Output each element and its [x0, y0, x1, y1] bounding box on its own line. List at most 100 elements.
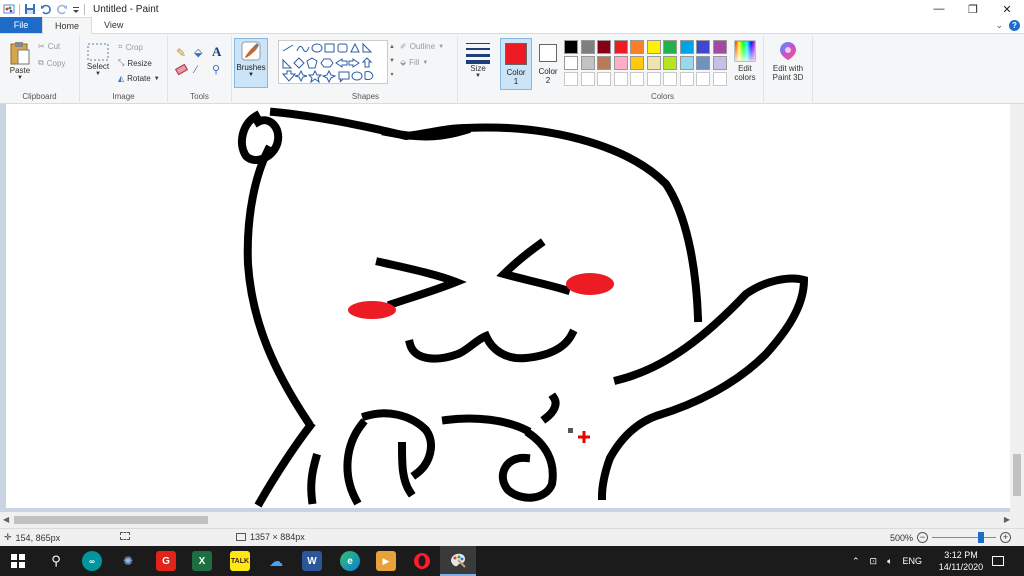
magnifier-icon[interactable]: ⚲ [212, 63, 220, 76]
custom-color-slot[interactable] [580, 72, 595, 86]
g-app-icon[interactable]: G [156, 551, 176, 571]
drawing-canvas[interactable] [6, 104, 1010, 508]
color-picker-icon[interactable]: ⁄ [195, 64, 197, 76]
drawing-stroke [375, 257, 467, 310]
collapse-ribbon-icon[interactable]: ⌄ [995, 20, 1003, 31]
shapes-gallery[interactable] [278, 40, 388, 84]
custom-color-slot[interactable] [696, 72, 710, 86]
fill-icon[interactable]: ⬙ [194, 46, 202, 59]
scroll-right-icon[interactable]: ▶ [1004, 515, 1010, 524]
custom-color-slot[interactable] [712, 72, 727, 86]
color-swatch[interactable] [580, 56, 595, 70]
color-swatch[interactable] [564, 40, 578, 54]
redo-icon[interactable] [56, 3, 68, 15]
tab-file[interactable]: File [0, 17, 42, 33]
color-swatch[interactable] [712, 40, 727, 54]
excel-icon[interactable]: X [192, 551, 212, 571]
color-swatch[interactable] [646, 40, 661, 54]
horizontal-scrollbar[interactable]: ◀ ▶ [0, 512, 1024, 528]
edge-icon[interactable]: e [340, 551, 360, 571]
brushes-button[interactable]: Brushes ▼ [234, 38, 268, 88]
zoom-slider[interactable] [932, 532, 997, 543]
customize-toolbar-icon[interactable] [72, 3, 80, 15]
color-swatch[interactable] [679, 40, 694, 54]
color-swatch[interactable] [564, 56, 578, 70]
color-swatch[interactable] [663, 56, 677, 70]
tab-view[interactable]: View [92, 17, 135, 33]
restore-button[interactable]: ❐ [956, 0, 990, 18]
arduino-icon[interactable]: ∞ [82, 551, 102, 571]
zoom-out-icon[interactable]: − [917, 532, 929, 543]
copy-button[interactable]: ⧉ Copy [38, 58, 65, 68]
clock-date[interactable]: 14/11/2020 [939, 561, 983, 573]
shapes-scroll[interactable]: ▲ ▼ ▾ [388, 40, 396, 84]
color-swatch[interactable] [630, 40, 644, 54]
network-app-icon[interactable]: ✺ [118, 551, 138, 571]
edit-with-paint3d-button[interactable]: Edit with Paint 3D [766, 40, 810, 82]
scroll-left-icon[interactable]: ◀ [3, 515, 9, 524]
custom-color-slot[interactable] [646, 72, 661, 86]
volume-icon[interactable]: 🔈︎ [887, 556, 892, 567]
tab-home[interactable]: Home [42, 17, 93, 34]
vertical-scroll-thumb[interactable] [1013, 454, 1021, 496]
color-swatch[interactable] [613, 40, 628, 54]
custom-color-slot[interactable] [679, 72, 694, 86]
color-swatch[interactable] [646, 56, 661, 70]
crop-button[interactable]: ⌗ Crop [118, 42, 143, 52]
zoom-in-icon[interactable]: + [1000, 532, 1012, 543]
custom-color-slot[interactable] [597, 72, 611, 86]
undo-icon[interactable] [40, 3, 52, 15]
horizontal-scroll-thumb[interactable] [14, 516, 208, 524]
color-swatch[interactable] [597, 40, 611, 54]
onedrive-icon[interactable]: ☁ [266, 551, 286, 571]
notifications-icon[interactable] [992, 556, 1004, 566]
paint-taskbar-item[interactable] [440, 546, 476, 576]
outline-button[interactable]: ✐ Outline ▼ [400, 42, 444, 51]
pencil-icon[interactable]: ✎ [176, 46, 186, 60]
chevron-up-icon[interactable]: ⌃ [852, 556, 860, 567]
custom-color-slot[interactable] [630, 72, 644, 86]
kakaotalk-icon[interactable]: TALK [230, 551, 250, 571]
fill-button[interactable]: ⬙ Fill ▼ [400, 58, 428, 67]
save-icon[interactable] [24, 3, 36, 15]
size-button[interactable]: Size ▼ [462, 40, 494, 79]
color-swatch[interactable] [580, 40, 595, 54]
edit-colors-button[interactable]: Edit colors [728, 40, 762, 82]
paint-app-icon[interactable] [3, 3, 15, 15]
network-icon[interactable]: ⊡ [870, 556, 878, 567]
search-icon[interactable]: ⚲ [46, 551, 66, 571]
drawing-stroke [254, 420, 316, 508]
text-icon[interactable]: A [212, 44, 221, 60]
help-icon[interactable]: ? [1009, 20, 1020, 31]
clock-time[interactable]: 3:12 PM [944, 549, 978, 561]
rotate-button[interactable]: ◭ Rotate ▼ [118, 74, 160, 83]
color-swatch[interactable] [613, 56, 628, 70]
word-icon[interactable]: W [302, 551, 322, 571]
eraser-icon[interactable] [174, 63, 189, 76]
color-swatch[interactable] [679, 56, 694, 70]
color-swatch[interactable] [696, 40, 710, 54]
color-swatch[interactable] [597, 56, 611, 70]
color-swatch[interactable] [663, 40, 677, 54]
color-swatch[interactable] [696, 56, 710, 70]
minimize-button[interactable]: — [922, 0, 956, 18]
close-button[interactable]: ✕ [990, 0, 1024, 18]
custom-color-slot[interactable] [613, 72, 628, 86]
color-swatch[interactable] [712, 56, 727, 70]
edit-colors-label-1: Edit [738, 64, 752, 73]
select-button[interactable]: Select ▼ [84, 42, 112, 77]
language-indicator[interactable]: ENG [903, 556, 923, 566]
paste-button[interactable]: Paste ▼ [6, 40, 34, 81]
cut-button[interactable]: ✂ Cut [38, 42, 60, 51]
color-swatch[interactable] [630, 56, 644, 70]
custom-color-slot[interactable] [564, 72, 578, 86]
color2-button[interactable]: Color 2 [534, 38, 562, 90]
zoom-slider-thumb[interactable] [978, 532, 985, 543]
resize-button[interactable]: ⤡ Resize [118, 58, 152, 68]
vertical-scrollbar[interactable] [1010, 104, 1024, 512]
color1-button[interactable]: Color 1 [500, 38, 532, 90]
windows-start-icon[interactable] [8, 551, 28, 571]
media-player-icon[interactable]: ▶ [376, 551, 396, 571]
opera-icon[interactable] [412, 551, 432, 571]
custom-color-slot[interactable] [663, 72, 677, 86]
